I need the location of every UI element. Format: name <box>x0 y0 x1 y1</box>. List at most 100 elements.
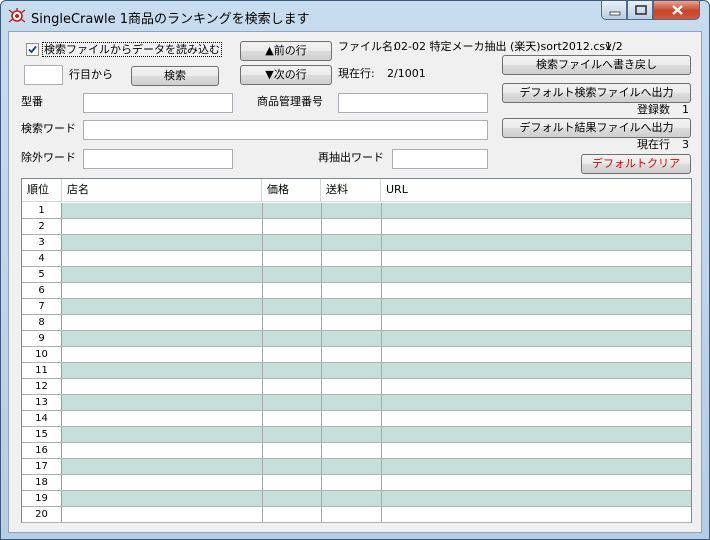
table-row[interactable]: 17 <box>22 459 691 475</box>
row-number: 12 <box>22 379 62 394</box>
load-from-file-label[interactable]: 検索ファイルからデータを読み込む <box>42 42 222 57</box>
column-header-shipping[interactable]: 送料 <box>321 179 381 202</box>
column-divider <box>381 379 382 394</box>
column-divider <box>321 203 322 218</box>
table-row[interactable]: 19 <box>22 491 691 507</box>
load-from-file-checkbox[interactable] <box>26 43 39 56</box>
column-divider <box>262 251 263 266</box>
column-divider <box>262 411 263 426</box>
table-row[interactable]: 14 <box>22 411 691 427</box>
column-divider <box>321 363 322 378</box>
column-divider <box>262 363 263 378</box>
row-number: 17 <box>22 459 62 474</box>
table-row[interactable]: 18 <box>22 475 691 491</box>
table-row[interactable]: 3 <box>22 235 691 251</box>
column-divider <box>381 395 382 410</box>
table-row[interactable]: 10 <box>22 347 691 363</box>
table-row[interactable]: 6 <box>22 283 691 299</box>
table-row[interactable]: 7 <box>22 299 691 315</box>
start-row-input[interactable] <box>24 65 63 85</box>
row-number: 4 <box>22 251 62 266</box>
product-code-input[interactable] <box>338 93 488 113</box>
table-row[interactable]: 2 <box>22 219 691 235</box>
column-divider <box>321 427 322 442</box>
column-divider <box>381 267 382 282</box>
prev-row-button[interactable]: ▲前の行 <box>240 41 332 61</box>
table-row[interactable]: 15 <box>22 427 691 443</box>
window-title: SingleCrawle 1商品のランキングを検索します <box>31 12 310 27</box>
column-header-price[interactable]: 価格 <box>262 179 321 202</box>
column-header-shop[interactable]: 店名 <box>62 179 262 202</box>
table-row[interactable]: 11 <box>22 363 691 379</box>
column-divider <box>321 507 322 522</box>
column-divider <box>262 507 263 522</box>
table-row[interactable]: 5 <box>22 267 691 283</box>
column-header-url[interactable]: URL <box>381 179 691 202</box>
column-divider <box>321 219 322 234</box>
column-divider <box>262 235 263 250</box>
column-divider <box>381 443 382 458</box>
table-row[interactable]: 20 <box>22 507 691 523</box>
column-divider <box>381 219 382 234</box>
column-divider <box>262 283 263 298</box>
title-bar[interactable]: SingleCrawle 1商品のランキングを検索します <box>1 1 709 31</box>
maximize-icon <box>635 5 647 15</box>
table-row[interactable]: 16 <box>22 443 691 459</box>
re-extract-word-label: 再抽出ワード <box>318 151 384 164</box>
search-keyword-label: 検索ワード <box>21 122 76 135</box>
current-row-label: 現在行: <box>338 67 375 80</box>
write-back-button[interactable]: 検索ファイルへ書き戻し <box>502 55 691 75</box>
search-button[interactable]: 検索 <box>131 66 219 86</box>
file-page-indicator: 1/2 <box>605 40 623 53</box>
ranking-grid[interactable]: 順位 店名 価格 送料 URL 1 2 3 4 5 6 7 8 9 10 11 12 13 14 15 16 1… <box>21 178 692 523</box>
column-divider <box>381 203 382 218</box>
exclude-word-input[interactable] <box>83 149 233 169</box>
export-default-search-button[interactable]: デフォルト検索ファイルへ出力 <box>502 83 691 103</box>
column-divider <box>321 267 322 282</box>
registered-count-label: 登録数 <box>637 103 670 116</box>
column-divider <box>321 299 322 314</box>
row-number: 3 <box>22 235 62 250</box>
column-divider <box>321 235 322 250</box>
column-divider <box>381 315 382 330</box>
next-row-button[interactable]: ▼次の行 <box>240 65 332 85</box>
row-number: 16 <box>22 443 62 458</box>
column-divider <box>381 459 382 474</box>
column-divider <box>321 475 322 490</box>
maximize-button[interactable] <box>627 1 653 20</box>
table-row[interactable]: 9 <box>22 331 691 347</box>
minimize-button[interactable] <box>601 1 627 20</box>
table-row[interactable]: 8 <box>22 315 691 331</box>
current-row-value: 2/1001 <box>387 67 426 80</box>
row-number: 14 <box>22 411 62 426</box>
column-divider <box>262 267 263 282</box>
model-number-input[interactable] <box>83 93 233 113</box>
column-divider <box>262 459 263 474</box>
table-row[interactable]: 12 <box>22 379 691 395</box>
main-window: SingleCrawle 1商品のランキングを検索します 検索ファイルからデータ… <box>0 0 710 540</box>
column-divider <box>381 283 382 298</box>
column-divider <box>321 411 322 426</box>
column-divider <box>381 363 382 378</box>
table-row[interactable]: 1 <box>22 203 691 219</box>
default-clear-button[interactable]: デフォルトクリア <box>581 154 691 174</box>
column-header-rank[interactable]: 順位 <box>22 179 62 202</box>
export-default-result-button[interactable]: デフォルト結果ファイルへ出力 <box>502 118 691 138</box>
table-row[interactable]: 4 <box>22 251 691 267</box>
search-keyword-input[interactable] <box>83 120 488 140</box>
re-extract-word-input[interactable] <box>392 149 488 169</box>
column-divider <box>262 203 263 218</box>
column-divider <box>321 459 322 474</box>
column-divider <box>381 331 382 346</box>
column-divider <box>321 491 322 506</box>
close-button[interactable] <box>653 1 700 20</box>
table-row[interactable]: 13 <box>22 395 691 411</box>
file-name-label: ファイル名: <box>338 40 397 53</box>
close-icon <box>672 5 683 15</box>
column-divider <box>381 347 382 362</box>
row-number: 2 <box>22 219 62 234</box>
row-number: 11 <box>22 363 62 378</box>
column-divider <box>381 507 382 522</box>
column-divider <box>321 443 322 458</box>
column-divider <box>262 315 263 330</box>
